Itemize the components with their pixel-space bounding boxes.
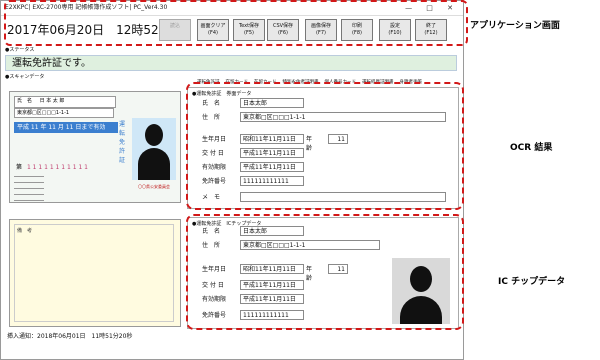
license-card-front: 氏 名 日 本 太 郎 東京都□区□□□1-1-1 平成 11 年 11 月 1…	[9, 91, 181, 203]
ocr-annotation-frame	[186, 82, 464, 210]
ic-annotation-frame	[186, 214, 464, 330]
annotation-ocr: OCR 結果	[510, 143, 553, 153]
card-expiry-band: 平成 11 年 11 月 11 日まで有効	[14, 122, 118, 133]
status-section-label: ●ステータス	[5, 47, 35, 53]
card-number: 1 1 1 1 1 1 1 1 1 1 1	[26, 164, 89, 171]
card-photo	[132, 118, 176, 180]
card-stamp: 〇〇県公安委員会	[138, 184, 170, 189]
license-card-back: 備 考	[9, 219, 181, 327]
card-number-row: 第 1 1 1 1 1 1 1 1 1 1 1	[16, 162, 88, 171]
scan-section-label: ●スキャンデータ	[5, 74, 45, 80]
app-screen-annotation-frame	[4, 0, 468, 46]
card-number-prefix: 第	[16, 164, 23, 171]
card-name-row: 氏 名 日 本 太 郎	[14, 96, 116, 108]
card-name-label: 氏 名	[17, 98, 33, 104]
card-license-class-table	[14, 176, 44, 201]
insertion-notice: 挿入通知：2018年06月01日 11時51分20秒	[7, 333, 133, 340]
card-name: 日 本 太 郎	[39, 98, 65, 104]
card-vertical-title: 運転免許証	[119, 121, 126, 164]
status-message: 運転免許証です。	[5, 55, 457, 71]
card-back-label: 備 考	[17, 228, 33, 234]
annotation-app-screen: アプリケーション画面	[470, 21, 560, 31]
annotation-ic: IC チップデータ	[498, 277, 566, 287]
card-back-remarks: 備 考	[14, 224, 174, 322]
card-address: 東京都□区□□□1-1-1	[14, 108, 114, 118]
